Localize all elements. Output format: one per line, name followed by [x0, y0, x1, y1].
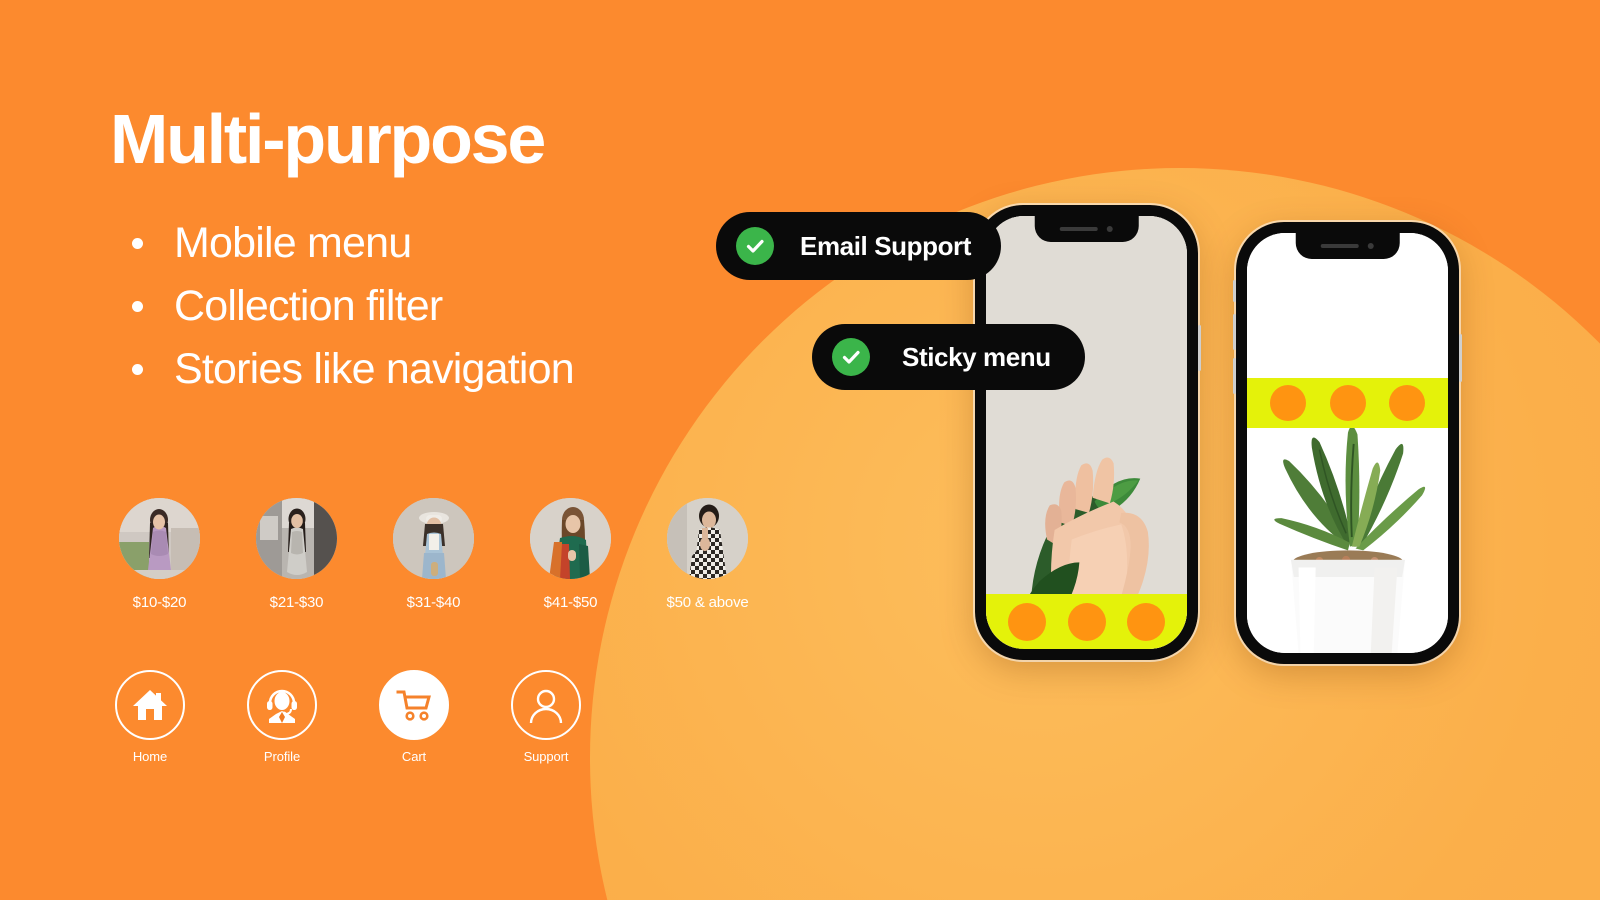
sticky-menu-dot[interactable]: [1067, 602, 1106, 641]
nav-label-cart: Cart: [401, 749, 427, 764]
badge-sticky-menu[interactable]: Sticky menu: [812, 324, 1085, 390]
story-filter-item[interactable]: $31-$40: [393, 498, 474, 611]
check-circle-icon: [736, 227, 774, 265]
speaker-icon: [1059, 227, 1098, 231]
phone-one[interactable]: [973, 203, 1201, 662]
sticky-menu-dot[interactable]: [1127, 602, 1166, 641]
sticky-menu-dot[interactable]: [1329, 385, 1366, 421]
sticky-menu-dot[interactable]: [1007, 602, 1046, 641]
story-filter-label: $21-$30: [269, 594, 324, 611]
phone-two-screen[interactable]: [1247, 233, 1448, 653]
story-avatar-5[interactable]: [667, 498, 748, 579]
phone-two-notch: [1295, 233, 1400, 259]
phone-two-side-button-1: [1233, 280, 1236, 302]
nav-item-support[interactable]: Support: [511, 670, 581, 764]
feature-list-item: Collection filter: [132, 275, 574, 338]
phone-one-screen[interactable]: [986, 216, 1187, 649]
feature-label: Collection filter: [174, 282, 443, 330]
feature-list-item: Stories like navigation: [132, 338, 575, 401]
bottom-nav-row: Home Profile Cart Support: [115, 670, 581, 764]
feature-list-item: Mobile menu: [132, 212, 574, 275]
story-filter-label: $31-$40: [406, 594, 461, 611]
bullet-icon: [132, 301, 143, 312]
phone-one-sticky-menu-bar[interactable]: [986, 594, 1187, 649]
hero-left-column: Multi-purpose Mobile menu Collection fil…: [0, 0, 820, 900]
aloe-plant-in-white-pot-photo: [1247, 233, 1448, 653]
camera-icon: [1106, 226, 1113, 232]
story-filter-label: $41-$50: [543, 594, 598, 611]
nav-item-profile[interactable]: Profile: [247, 670, 317, 764]
phone-two-side-button-3: [1233, 358, 1236, 394]
feature-label: Mobile menu: [174, 219, 412, 267]
nav-item-home[interactable]: Home: [115, 670, 185, 764]
bullet-icon: [132, 238, 143, 249]
story-avatar-3[interactable]: [393, 498, 474, 579]
nav-item-cart[interactable]: Cart: [379, 670, 449, 764]
feature-list: Mobile menu Collection filter Stories li…: [132, 212, 575, 401]
speaker-icon: [1320, 244, 1359, 248]
story-avatar-4[interactable]: [530, 498, 611, 579]
hand-holding-monstera-leaf-photo: [986, 216, 1187, 649]
nav-circle-support[interactable]: [511, 670, 581, 740]
story-filter-item[interactable]: $21-$30: [256, 498, 337, 611]
check-circle-icon: [832, 338, 870, 376]
sticky-menu-dot[interactable]: [1270, 385, 1307, 421]
page-title: Multi-purpose: [110, 100, 546, 178]
user-icon: [526, 685, 566, 725]
nav-circle-home[interactable]: [115, 670, 185, 740]
nav-label-support: Support: [523, 749, 569, 764]
home-icon: [130, 687, 170, 723]
story-avatar-2[interactable]: [256, 498, 337, 579]
phone-one-side-button: [1198, 325, 1201, 371]
bullet-icon: [132, 364, 143, 375]
nav-label-profile: Profile: [263, 749, 301, 764]
nav-circle-profile[interactable]: [247, 670, 317, 740]
story-filter-item[interactable]: $41-$50: [530, 498, 611, 611]
badge-sticky-menu-label: Sticky menu: [902, 341, 1051, 372]
phone-two-side-button-2: [1233, 314, 1236, 350]
headset-person-icon: [262, 686, 302, 724]
camera-icon: [1367, 243, 1374, 249]
phone-two-sticky-menu-bar[interactable]: [1247, 378, 1448, 428]
story-filter-label: $50 & above: [666, 594, 749, 611]
phone-two[interactable]: [1233, 220, 1462, 666]
badge-email-support[interactable]: Email Support: [716, 212, 1002, 280]
nav-label-home: Home: [132, 749, 168, 764]
story-filter-row: $10-$20 $21-$30 $31-$40 $41-$50 $50 & ab…: [119, 498, 749, 611]
story-filter-label: $10-$20: [132, 594, 187, 611]
nav-circle-cart[interactable]: [379, 670, 449, 740]
phone-two-side-button-4: [1459, 334, 1462, 382]
phone-one-notch: [1034, 216, 1139, 242]
story-filter-item[interactable]: $50 & above: [666, 498, 749, 611]
story-avatar-1[interactable]: [119, 498, 200, 579]
story-filter-item[interactable]: $10-$20: [119, 498, 200, 611]
feature-label: Stories like navigation: [174, 345, 575, 393]
sticky-menu-dot[interactable]: [1388, 385, 1425, 421]
shopping-cart-icon: [395, 688, 433, 722]
badge-email-support-label: Email Support: [800, 230, 972, 261]
